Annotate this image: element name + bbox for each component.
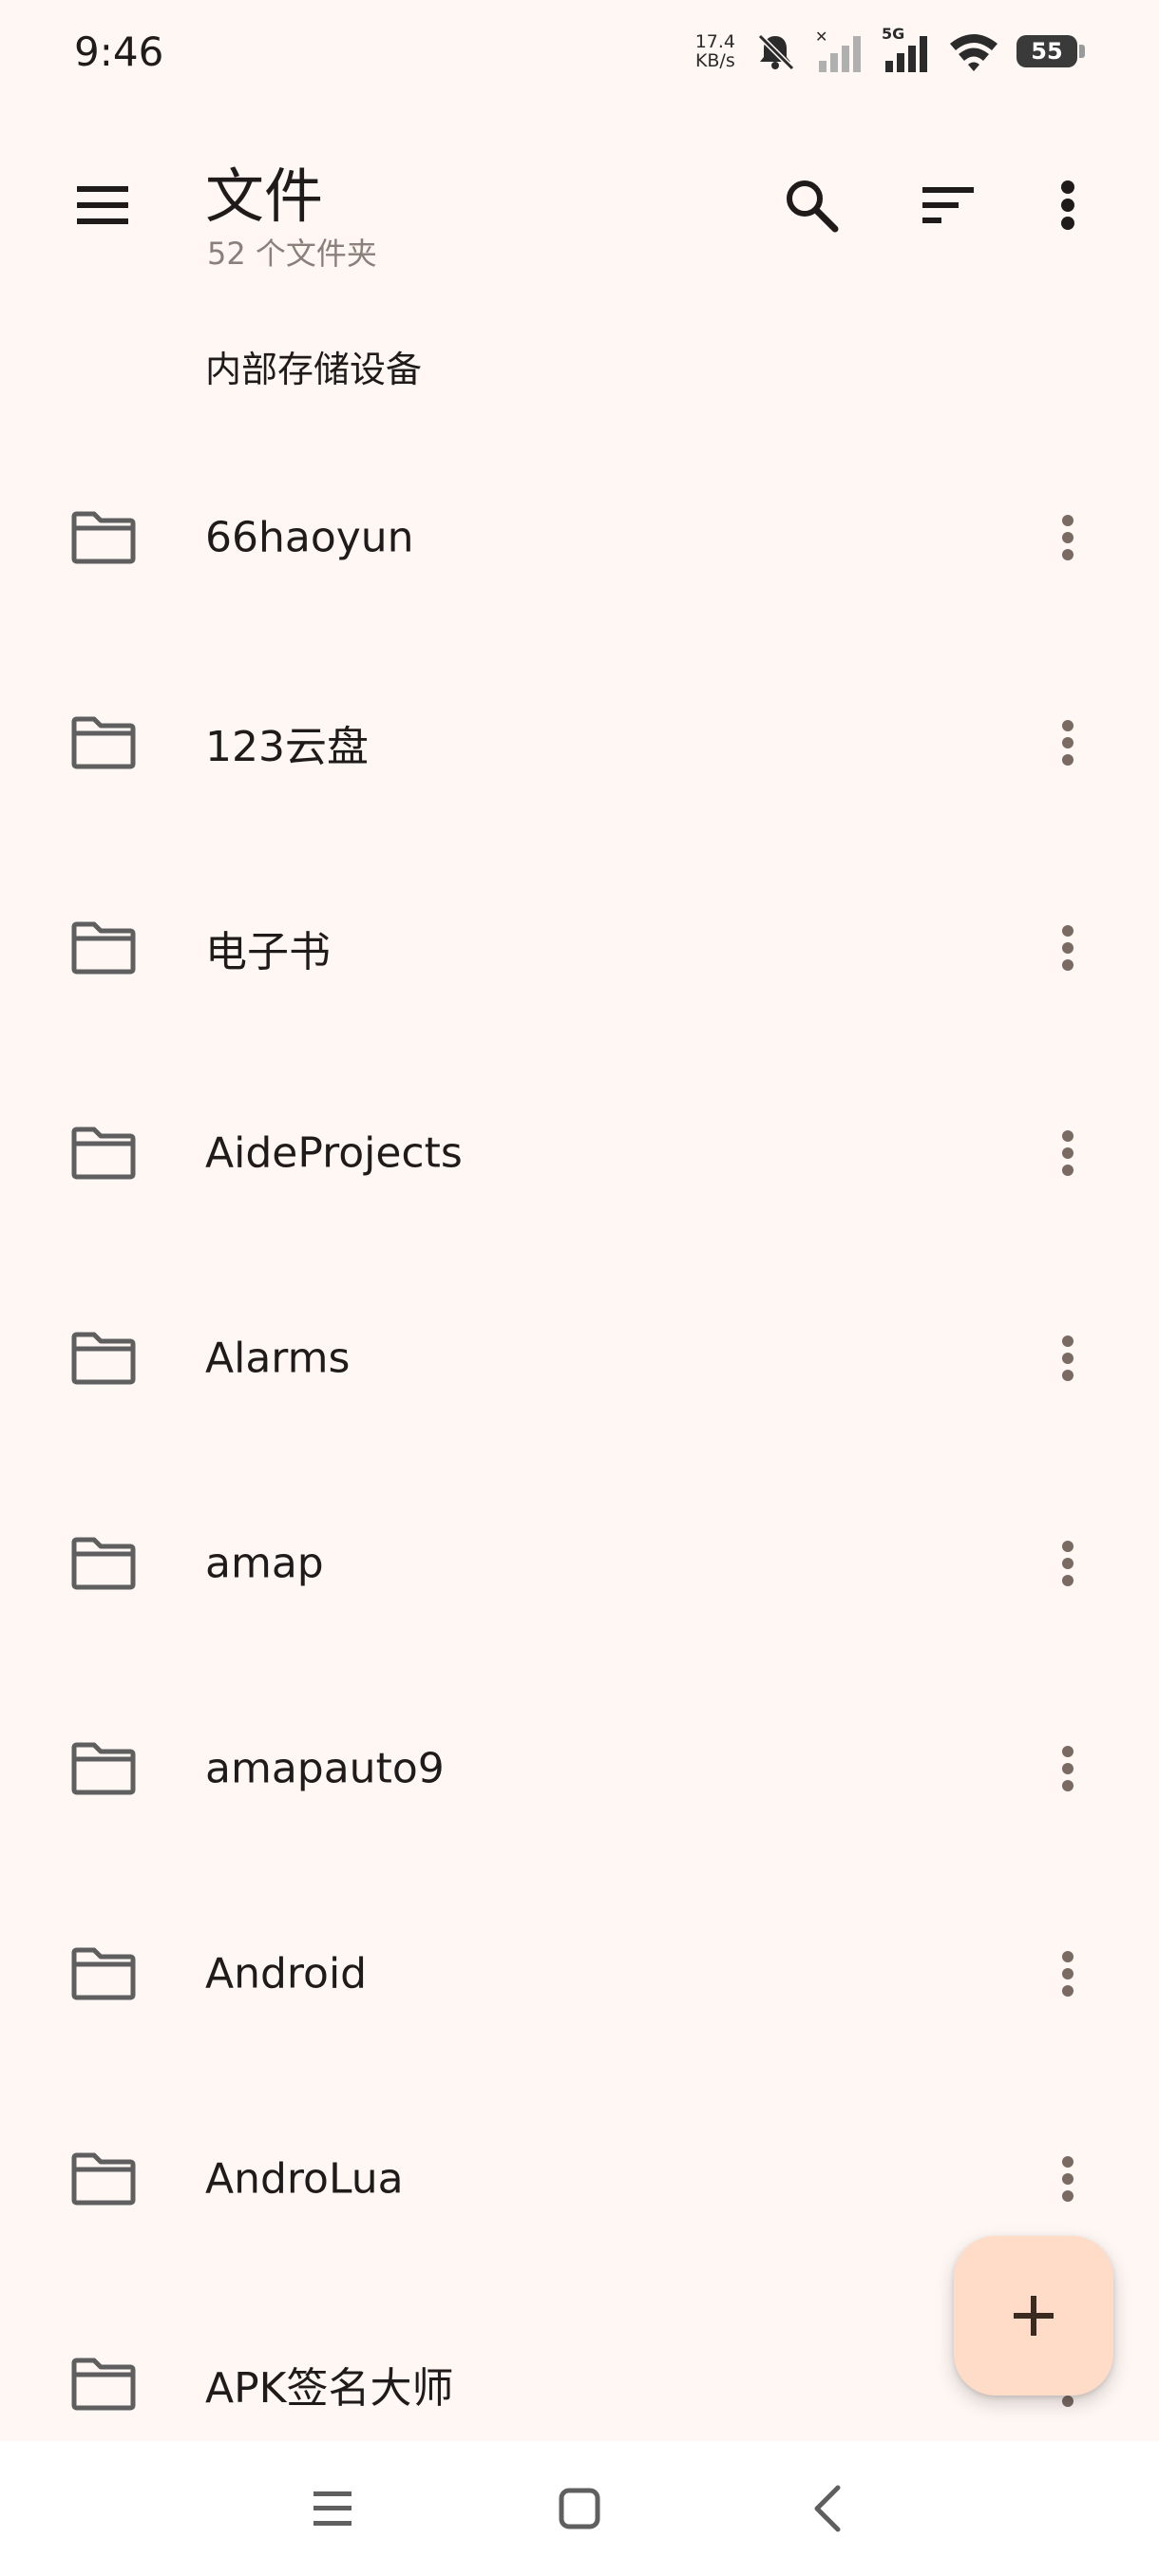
more-vert-icon <box>1062 720 1074 766</box>
folder-name: 电子书 <box>205 928 331 976</box>
folder-icon <box>71 716 136 769</box>
add-icon <box>1014 2296 1054 2336</box>
status-icons: 17.4 KB/s ✕ 5G 55 <box>695 25 1085 78</box>
status-bar: 9:46 17.4 KB/s ✕ 5G 55 <box>0 0 1159 104</box>
search-button[interactable] <box>766 160 857 251</box>
system-nav-bar <box>0 2441 1159 2576</box>
network-speed-unit: KB/s <box>694 50 735 71</box>
folder-more-button[interactable] <box>1022 1108 1113 1199</box>
folder-icon <box>71 511 136 564</box>
more-vert-icon <box>1062 925 1074 971</box>
folder-name: amapauto9 <box>205 1744 445 1793</box>
folder-icon <box>71 2152 136 2206</box>
status-time: 9:46 <box>74 28 164 75</box>
folder-row[interactable]: Alarms <box>0 1256 1159 1461</box>
folder-row[interactable]: amapauto9 <box>0 1666 1159 1871</box>
folder-icon <box>71 2358 136 2411</box>
folder-row[interactable]: 66haoyun <box>0 435 1159 640</box>
folder-icon <box>71 1127 136 1180</box>
folder-more-button[interactable] <box>1022 1928 1113 2019</box>
more-vert-icon <box>1062 1951 1074 1997</box>
folder-icon <box>71 1947 136 2000</box>
folder-count: 52 个文件夹 <box>207 236 377 272</box>
more-vert-icon <box>1062 2156 1074 2202</box>
file-manager-screen: 9:46 17.4 KB/s ✕ 5G 55 文件 52 个文件夹 内部存储设备… <box>0 0 1159 2576</box>
sort-button[interactable] <box>902 160 994 251</box>
home-icon <box>559 2488 600 2529</box>
folder-more-button[interactable] <box>1022 1313 1113 1404</box>
folder-name: 123云盘 <box>205 723 369 771</box>
overflow-menu-button[interactable] <box>1022 160 1113 251</box>
home-button[interactable] <box>522 2441 636 2576</box>
folder-icon <box>71 921 136 975</box>
network-speed: 17.4 KB/s <box>695 32 735 70</box>
recents-button[interactable] <box>276 2441 390 2576</box>
mute-bell-icon <box>757 33 795 71</box>
folder-more-button[interactable] <box>1022 902 1113 994</box>
folder-more-button[interactable] <box>1022 2133 1113 2225</box>
recents-icon <box>314 2491 352 2526</box>
menu-button[interactable] <box>57 160 148 251</box>
folder-more-button[interactable] <box>1022 492 1113 583</box>
storage-section-header: 内部存储设备 <box>205 349 423 390</box>
more-vert-icon <box>1062 515 1074 560</box>
page-title: 文件 <box>205 161 324 231</box>
folder-row[interactable]: 电子书 <box>0 845 1159 1051</box>
app-bar: 文件 52 个文件夹 <box>0 133 1159 285</box>
folder-icon <box>71 1332 136 1385</box>
folder-row[interactable]: Android <box>0 1871 1159 2076</box>
folder-name: amap <box>205 1539 324 1588</box>
folder-row[interactable]: amap <box>0 1461 1159 1666</box>
hamburger-icon <box>77 186 128 224</box>
wifi-icon <box>950 34 998 71</box>
folder-row[interactable]: AideProjects <box>0 1051 1159 1256</box>
svg-text:✕: ✕ <box>815 28 827 46</box>
folder-icon <box>71 1537 136 1590</box>
battery-level: 55 <box>1016 35 1077 67</box>
network-speed-value: 17.4 <box>694 31 735 52</box>
folder-name: Alarms <box>205 1334 351 1383</box>
folder-name: APK签名大师 <box>205 2364 454 2413</box>
signal-no-sim-icon: ✕ <box>815 28 861 72</box>
folder-more-button[interactable] <box>1022 1518 1113 1609</box>
folder-name: AndroLua <box>205 2154 404 2204</box>
signal-5g-icon: 5G <box>882 25 931 74</box>
more-vert-icon <box>1062 1541 1074 1586</box>
folder-icon <box>71 1742 136 1795</box>
folder-row[interactable]: 123云盘 <box>0 640 1159 845</box>
sort-icon <box>922 187 974 223</box>
more-vert-icon <box>1062 1130 1074 1176</box>
more-vert-icon <box>1061 180 1074 230</box>
folder-more-button[interactable] <box>1022 1723 1113 1814</box>
back-icon <box>814 2485 841 2532</box>
add-button[interactable] <box>954 2236 1113 2396</box>
battery-indicator: 55 <box>1016 35 1085 67</box>
folder-name: AideProjects <box>205 1128 463 1178</box>
back-button[interactable] <box>770 2441 884 2576</box>
search-icon <box>787 180 839 233</box>
folder-name: Android <box>205 1949 368 1998</box>
more-vert-icon <box>1062 1335 1074 1381</box>
more-vert-icon <box>1062 1746 1074 1791</box>
folder-name: 66haoyun <box>205 513 414 562</box>
folder-more-button[interactable] <box>1022 697 1113 788</box>
